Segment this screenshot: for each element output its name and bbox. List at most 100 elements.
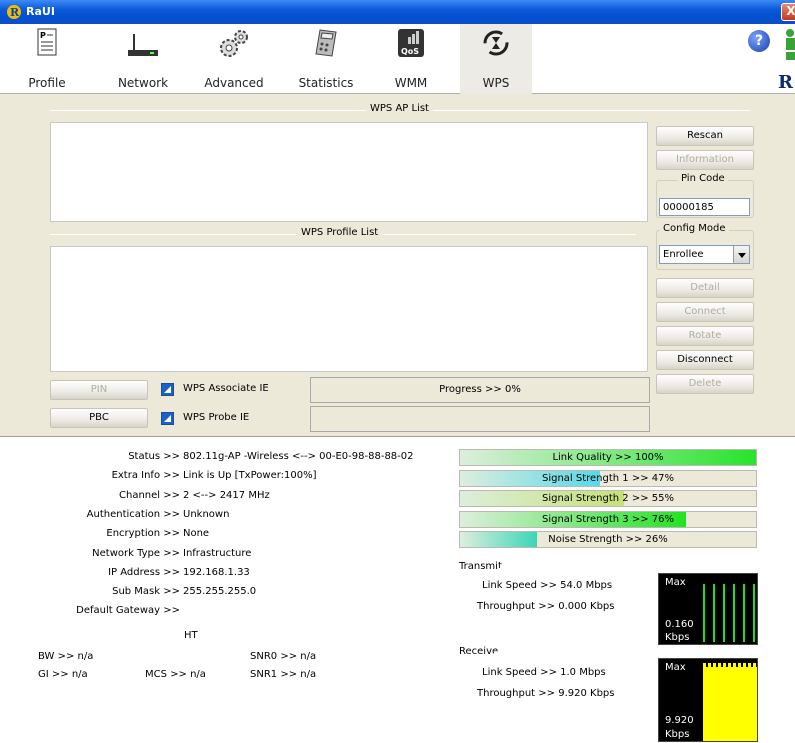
signal-bar-label: Signal Strength 3 >> 76% xyxy=(541,513,675,525)
tab-profile-label: Profile xyxy=(28,76,66,90)
disconnect-button[interactable]: Disconnect xyxy=(656,350,754,370)
tab-wmm[interactable]: QoS WMM xyxy=(382,24,440,94)
signal-bar: Signal Strength 3 >> 76% xyxy=(459,510,757,528)
signal-bar: Signal Strength 1 >> 47% xyxy=(459,469,757,487)
information-button[interactable]: Information xyxy=(656,150,754,170)
detail-button[interactable]: Detail xyxy=(656,278,754,298)
transmit-meter-unit: Kbps xyxy=(665,632,690,643)
qos-badge: QoS xyxy=(401,47,419,56)
info-value: None xyxy=(183,528,210,540)
tab-statistics[interactable]: Statistics xyxy=(288,24,364,94)
info-key: IP Address >> xyxy=(108,566,180,578)
close-button[interactable]: X xyxy=(781,3,795,21)
qos-icon: QoS xyxy=(398,29,424,57)
info-value: 255.255.255.0 xyxy=(183,586,257,598)
info-key: Sub Mask >> xyxy=(112,586,180,598)
info-value: Link is Up [TxPower:100%] xyxy=(183,470,317,482)
signal-bar: Link Quality >> 100% xyxy=(459,449,757,466)
transmit-meter-value: 0.160 xyxy=(665,619,694,630)
receive-title: Receive xyxy=(459,646,499,657)
brand-logo: R xyxy=(778,72,793,93)
tab-wps[interactable]: WPS xyxy=(460,24,532,94)
ht-title: HT xyxy=(180,630,202,641)
tab-wps-label: WPS xyxy=(482,76,510,90)
calculator-icon xyxy=(315,29,337,57)
config-mode-title: Config Mode xyxy=(660,223,729,234)
signal-bar-label: Noise Strength >> 26% xyxy=(548,534,668,545)
receive-meter: Max 9.920 Kbps xyxy=(658,658,758,742)
transmit-throughput: Throughput >> 0.000 Kbps xyxy=(477,601,615,612)
tab-profile[interactable]: P Profile xyxy=(22,24,72,94)
pin-button[interactable]: PIN xyxy=(50,380,148,400)
profile-icon: P xyxy=(37,28,57,56)
info-key: Extra Info >> xyxy=(111,470,180,482)
gears-icon xyxy=(220,30,248,57)
ht-divider-left xyxy=(30,636,180,637)
transmit-title: Transmit xyxy=(459,561,502,572)
rotate-button[interactable]: Rotate xyxy=(656,326,754,346)
ht-divider-right xyxy=(206,636,356,637)
info-key: Status >> xyxy=(128,451,180,462)
receive-meter-graph xyxy=(703,667,757,741)
info-value: 2 <--> 2417 MHz xyxy=(183,489,270,501)
transmit-meter-max: Max xyxy=(665,577,686,588)
info-value: Unknown xyxy=(183,508,230,520)
connect-button[interactable]: Connect xyxy=(656,302,754,322)
tab-advanced[interactable]: Advanced xyxy=(196,24,272,94)
associate-ie-label: WPS Associate IE xyxy=(183,383,269,394)
probe-ie-label: WPS Probe IE xyxy=(183,412,250,423)
svg-text:P: P xyxy=(40,31,46,40)
wps-progress-bar xyxy=(310,406,650,432)
receive-divider xyxy=(494,653,758,654)
info-value: 192.168.1.33 xyxy=(183,566,250,578)
receive-meter-value: 9.920 xyxy=(665,715,694,726)
associate-ie-checkbox[interactable] xyxy=(161,383,174,396)
ht-snr1: SNR1 >> n/a xyxy=(250,669,317,680)
signal-bar: Signal Strength 2 >> 55% xyxy=(459,490,757,507)
window-title: RaUI xyxy=(26,5,55,18)
info-key: Authentication >> xyxy=(86,508,180,520)
transmit-link-speed: Link Speed >> 54.0 Mbps xyxy=(482,580,613,591)
tab-network-label: Network xyxy=(117,76,169,90)
rescan-button[interactable]: Rescan xyxy=(656,126,754,146)
title-bar[interactable]: R RaUI X xyxy=(0,0,795,24)
wps-ap-list[interactable] xyxy=(50,122,648,222)
help-icon[interactable]: ? xyxy=(748,30,770,52)
signal-bar-label: Signal Strength 1 >> 47% xyxy=(541,472,675,484)
user-status-icon xyxy=(786,29,795,60)
app-logo-icon: R xyxy=(7,5,21,19)
receive-link-speed: Link Speed >> 1.0 Mbps xyxy=(482,667,606,678)
info-value: 802.11g-AP -Wireless <--> 00-E0-98-88-88… xyxy=(183,451,414,462)
ap-list-title: WPS AP List xyxy=(366,103,433,114)
info-key: Default Gateway >> xyxy=(76,605,180,617)
receive-meter-max: Max xyxy=(665,662,686,673)
signal-bar-label: Signal Strength 2 >> 55% xyxy=(541,493,675,504)
wps-profile-list[interactable] xyxy=(50,246,648,372)
wps-progress: Progress >> 0% xyxy=(310,377,650,403)
profile-list-title: WPS Profile List xyxy=(297,227,383,238)
config-mode-value: Enrollee xyxy=(663,249,704,260)
router-icon xyxy=(128,34,158,56)
tab-statistics-label: Statistics xyxy=(298,76,354,90)
tab-wmm-label: WMM xyxy=(394,76,428,90)
receive-meter-unit: Kbps xyxy=(665,729,690,740)
svg-text:R: R xyxy=(10,6,20,19)
tab-network[interactable]: Network xyxy=(108,24,178,94)
transmit-divider xyxy=(498,568,758,569)
wps-icon xyxy=(483,30,509,56)
info-key: Channel >> xyxy=(119,489,180,501)
pbc-button[interactable]: PBC xyxy=(50,408,148,428)
signal-bar: Noise Strength >> 26% xyxy=(459,531,757,548)
receive-throughput: Throughput >> 9.920 Kbps xyxy=(477,688,615,699)
info-value: Infrastructure xyxy=(183,547,252,559)
status-panel: Status >> 802.11g-AP -Wireless <--> 00-E0… xyxy=(0,436,795,743)
chevron-down-icon[interactable] xyxy=(733,246,749,263)
info-key: Encryption >> xyxy=(106,528,180,540)
transmit-meter-graph xyxy=(703,584,755,642)
pin-code-field[interactable]: 00000185 xyxy=(659,198,750,216)
tab-advanced-label: Advanced xyxy=(204,76,264,90)
info-key: Network Type >> xyxy=(92,547,180,559)
signal-bar-label: Link Quality >> 100% xyxy=(552,452,664,463)
delete-button[interactable]: Delete xyxy=(656,374,754,394)
probe-ie-checkbox[interactable] xyxy=(161,412,174,425)
